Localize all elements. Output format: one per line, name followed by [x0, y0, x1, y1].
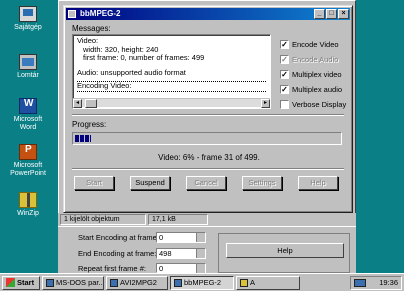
- desktop-icon-label: Lomtár: [17, 72, 39, 79]
- status-size: 17,1 kB: [148, 214, 208, 225]
- recycle-bin-icon: [19, 54, 37, 70]
- repeat-frame-label: Repeat first frame #:: [78, 264, 146, 273]
- checkbox-verbose-display[interactable]: Verbose Display: [280, 100, 346, 109]
- desktop-icon-label: Sajátgép: [14, 24, 42, 31]
- status-selected-count: 1 kijelölt objektum: [60, 214, 146, 225]
- spinner-arrows-icon[interactable]: [196, 264, 205, 273]
- checkbox-multiplex-audio[interactable]: ✓ Multiplex audio: [280, 85, 342, 94]
- message-line: first frame: 0, number of frames: 499: [83, 53, 205, 62]
- taskbar-item-msdos[interactable]: MS-DOS par...: [42, 275, 104, 290]
- taskbar-item-label: MS-DOS par...: [56, 277, 104, 287]
- start-label: Start: [17, 277, 35, 287]
- settings-button[interactable]: Settings: [242, 176, 282, 190]
- desktop-icon-label: WinZip: [17, 210, 39, 217]
- desktop-icon-label: Microsoft PowerPoint: [10, 162, 46, 177]
- powerpoint-icon: [19, 144, 37, 160]
- winzip-icon: [19, 192, 37, 208]
- checkbox-checked-icon: ✓: [280, 55, 289, 64]
- encoding-settings-panel: Start Encoding at frame: 0 End Encoding …: [58, 226, 356, 273]
- clock[interactable]: 19:36: [379, 278, 398, 287]
- start-frame-value: 0: [159, 233, 164, 242]
- checkbox-checked-icon[interactable]: ✓: [280, 85, 289, 94]
- end-frame-value: 498: [159, 249, 172, 258]
- app-icon: [68, 10, 76, 18]
- my-computer-icon: [19, 6, 37, 22]
- messages-horizontal-scrollbar[interactable]: ◂ ▸: [73, 98, 270, 108]
- word-icon: [19, 98, 37, 114]
- avi2mpg2-icon: [110, 278, 118, 287]
- encoding-status-line: Encoding Video:: [77, 81, 266, 92]
- end-frame-label: End Encoding at frame:: [78, 249, 157, 258]
- start-button[interactable]: Start: [74, 176, 114, 190]
- checkbox-checked-icon[interactable]: ✓: [280, 40, 289, 49]
- settings-help-button[interactable]: Help: [226, 243, 344, 258]
- tray-app-icon[interactable]: [354, 279, 366, 287]
- taskbar-item-folder[interactable]: A: [236, 275, 300, 290]
- taskbar-item-label: A: [250, 277, 256, 287]
- checkbox-label: Multiplex video: [292, 70, 342, 79]
- progress-status-text: Video: 6% - frame 31 of 499.: [158, 153, 260, 162]
- dialog-titlebar[interactable]: bbMPEG-2 _ □ ×: [66, 8, 350, 20]
- checkbox-label: Encode Video: [292, 40, 339, 49]
- bbmpeg-icon: [174, 278, 182, 287]
- desktop-icon-recycle-bin[interactable]: Lomtár: [2, 54, 54, 80]
- maximize-icon[interactable]: □: [326, 9, 337, 19]
- msdos-icon: [46, 278, 54, 287]
- checkbox-multiplex-video[interactable]: ✓ Multiplex video: [280, 70, 342, 79]
- progress-label: Progress:: [72, 120, 107, 129]
- desktop-icon-word[interactable]: Microsoft Word: [2, 98, 54, 132]
- repeat-frame-input[interactable]: 0: [156, 263, 206, 273]
- divider: [72, 168, 344, 170]
- scroll-left-icon[interactable]: ◂: [73, 99, 82, 108]
- checkbox-label: Encode Audio: [292, 55, 339, 64]
- spinner-arrows-icon[interactable]: [196, 249, 205, 258]
- windows-logo-icon: [6, 278, 15, 287]
- desktop-icon-winzip[interactable]: WinZip: [2, 192, 54, 218]
- start-button-taskbar[interactable]: Start: [2, 275, 40, 290]
- spinner-arrows-icon[interactable]: [196, 233, 205, 242]
- checkbox-unchecked-icon[interactable]: [280, 100, 289, 109]
- scrollbar-thumb[interactable]: [85, 99, 97, 108]
- scroll-right-icon[interactable]: ▸: [261, 99, 270, 108]
- checkbox-label: Verbose Display: [292, 100, 347, 109]
- status-bar: 1 kijelölt objektum 17,1 kB: [58, 213, 356, 226]
- taskbar-item-avi2mpg2[interactable]: AVI2MPG2: [106, 275, 168, 290]
- suspend-button[interactable]: Suspend: [130, 176, 170, 190]
- progress-bar-fill: [75, 135, 91, 142]
- end-frame-input[interactable]: 498: [156, 248, 206, 259]
- close-icon[interactable]: ×: [338, 9, 349, 19]
- taskbar-item-label: bbMPEG-2: [184, 277, 222, 287]
- progress-bar: [72, 132, 342, 145]
- bbmpeg-dialog: bbMPEG-2 _ □ × Messages: Video: width: 3…: [63, 5, 353, 213]
- checkbox-checked-icon[interactable]: ✓: [280, 70, 289, 79]
- desktop-icon-label: Microsoft Word: [13, 116, 43, 131]
- checkbox-encode-audio: ✓ Encode Audio: [280, 55, 338, 64]
- help-button[interactable]: Help: [298, 176, 338, 190]
- desktop-icon-powerpoint[interactable]: Microsoft PowerPoint: [2, 144, 54, 178]
- folder-icon: [240, 278, 248, 287]
- taskbar: Start MS-DOS par... AVI2MPG2 bbMPEG-2 A …: [0, 273, 404, 291]
- taskbar-item-bbmpeg[interactable]: bbMPEG-2: [170, 275, 234, 290]
- checkbox-label: Multiplex audio: [292, 85, 343, 94]
- messages-label: Messages:: [72, 24, 111, 33]
- system-tray: 19:36: [350, 276, 402, 290]
- start-frame-input[interactable]: 0: [156, 232, 206, 243]
- divider: [72, 114, 344, 116]
- desktop-icon-my-computer[interactable]: Sajátgép: [2, 6, 54, 32]
- repeat-frame-value: 0: [159, 264, 164, 273]
- dialog-title: bbMPEG-2: [80, 9, 121, 18]
- taskbar-item-label: AVI2MPG2: [120, 277, 157, 287]
- checkbox-encode-video[interactable]: ✓ Encode Video: [280, 40, 339, 49]
- cancel-button[interactable]: Cancel: [186, 176, 226, 190]
- message-line: Audio: unsupported audio format: [77, 67, 186, 77]
- minimize-icon[interactable]: _: [314, 9, 325, 19]
- start-frame-label: Start Encoding at frame:: [78, 233, 159, 242]
